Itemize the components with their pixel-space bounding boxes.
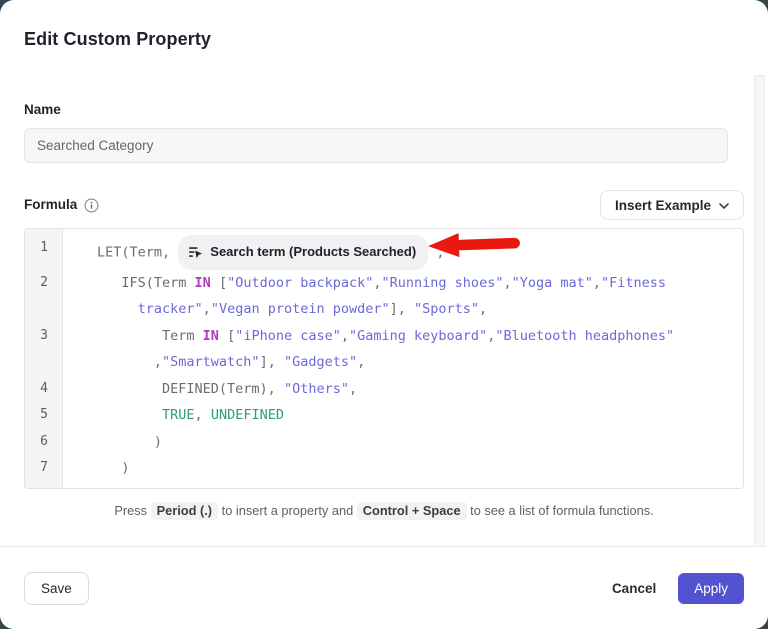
code-token: UNDEFINED bbox=[211, 407, 284, 423]
property-icon bbox=[188, 245, 203, 260]
code-token: ], bbox=[260, 354, 284, 370]
code-token: "Bluetooth headphones" bbox=[495, 328, 674, 344]
line-number: 5 bbox=[25, 402, 63, 429]
code-token: "Fitness bbox=[601, 275, 666, 291]
code-token: IFS(Term bbox=[97, 275, 195, 291]
period-key-chip: Period (.) bbox=[151, 502, 218, 520]
code-token: Term bbox=[97, 328, 203, 344]
code-row: 2 IFS(Term IN ["Outdoor backpack","Runni… bbox=[25, 270, 743, 297]
dialog-content: Edit Custom Property Name Formula Insert… bbox=[0, 0, 768, 547]
control-space-key-chip: Control + Space bbox=[357, 502, 467, 520]
code-token: tracker" bbox=[138, 301, 203, 317]
code-row: 3 Term IN ["iPhone case","Gaming keyboar… bbox=[25, 323, 743, 350]
code-token: "Smartwatch" bbox=[162, 354, 260, 370]
code-row: 5 TRUE, UNDEFINED bbox=[25, 402, 743, 429]
code-row: 1 LET(Term, Search term (Products Searche… bbox=[25, 235, 743, 270]
info-icon[interactable] bbox=[84, 198, 99, 213]
code-token: "Yoga mat" bbox=[512, 275, 593, 291]
cancel-button[interactable]: Cancel bbox=[612, 581, 656, 596]
code-row: 4 DEFINED(Term), "Others", bbox=[25, 376, 743, 403]
insert-example-button[interactable]: Insert Example bbox=[600, 190, 744, 220]
code-token: "Gaming keyboard" bbox=[349, 328, 487, 344]
code-token bbox=[97, 301, 138, 317]
hint-text: to insert a property and bbox=[218, 503, 357, 518]
code-token: IN bbox=[195, 275, 211, 291]
chevron-down-icon bbox=[719, 198, 729, 213]
code-token: "Outdoor backpack" bbox=[227, 275, 373, 291]
line-number bbox=[25, 296, 63, 323]
formula-editor[interactable]: 1 LET(Term, Search term (Products Searche… bbox=[24, 228, 744, 489]
formula-hint: Press Period (.) to insert a property an… bbox=[24, 501, 744, 521]
code-token: , bbox=[357, 354, 365, 370]
code-token: DEFINED(Term), bbox=[97, 381, 284, 397]
line-number bbox=[25, 349, 63, 376]
code-token: , bbox=[479, 301, 487, 317]
code-token: "Sports" bbox=[414, 301, 479, 317]
code-token: [ bbox=[219, 328, 235, 344]
vertical-scrollbar[interactable] bbox=[754, 75, 765, 546]
code-token: , bbox=[97, 354, 162, 370]
code-token: TRUE bbox=[162, 407, 195, 423]
code-token: "Running shoes" bbox=[382, 275, 504, 291]
line-number: 4 bbox=[25, 376, 63, 403]
code-row: tracker","Vegan protein powder"], "Sport… bbox=[25, 296, 743, 323]
code-token: [ bbox=[211, 275, 227, 291]
save-button[interactable]: Save bbox=[24, 572, 89, 605]
name-input[interactable] bbox=[24, 128, 728, 163]
code-token: IN bbox=[203, 328, 219, 344]
line-number: 1 bbox=[25, 235, 63, 270]
hint-text: to see a list of formula functions. bbox=[467, 503, 654, 518]
code-token: , bbox=[203, 301, 211, 317]
code-token: LET(Term, bbox=[97, 244, 178, 260]
code-token: , bbox=[195, 407, 211, 423]
code-token: "Others" bbox=[284, 381, 349, 397]
code-token: ) bbox=[97, 434, 162, 450]
code-token: "Vegan protein powder" bbox=[211, 301, 390, 317]
code-token: , bbox=[503, 275, 511, 291]
line-number: 7 bbox=[25, 455, 63, 482]
property-pill[interactable]: Search term (Products Searched) bbox=[178, 235, 428, 270]
code-lines: 1 LET(Term, Search term (Products Searche… bbox=[25, 235, 743, 482]
code-token: , bbox=[341, 328, 349, 344]
code-token: , bbox=[428, 244, 444, 260]
line-number: 6 bbox=[25, 429, 63, 456]
line-number: 2 bbox=[25, 270, 63, 297]
formula-header-row: Formula Insert Example bbox=[24, 190, 744, 220]
dialog-footer: Save Cancel Apply bbox=[0, 547, 768, 629]
code-token: , bbox=[373, 275, 381, 291]
line-number: 3 bbox=[25, 323, 63, 350]
edit-custom-property-dialog: Edit Custom Property Name Formula Insert… bbox=[0, 0, 768, 629]
code-row: 6 ) bbox=[25, 429, 743, 456]
code-token: "iPhone case" bbox=[235, 328, 341, 344]
property-pill-label: Search term (Products Searched) bbox=[210, 239, 416, 266]
name-label: Name bbox=[24, 102, 744, 118]
code-token: ) bbox=[97, 460, 130, 476]
hint-text: Press bbox=[114, 503, 150, 518]
code-row: ,"Smartwatch"], "Gadgets", bbox=[25, 349, 743, 376]
code-token bbox=[97, 407, 162, 423]
code-token: "Gadgets" bbox=[284, 354, 357, 370]
insert-example-label: Insert Example bbox=[615, 198, 711, 213]
apply-button[interactable]: Apply bbox=[678, 573, 744, 604]
formula-label: Formula bbox=[24, 197, 77, 213]
code-token: , bbox=[349, 381, 357, 397]
code-token: , bbox=[593, 275, 601, 291]
dialog-title: Edit Custom Property bbox=[24, 28, 744, 50]
code-token: ], bbox=[390, 301, 414, 317]
code-row: 7 ) bbox=[25, 455, 743, 482]
